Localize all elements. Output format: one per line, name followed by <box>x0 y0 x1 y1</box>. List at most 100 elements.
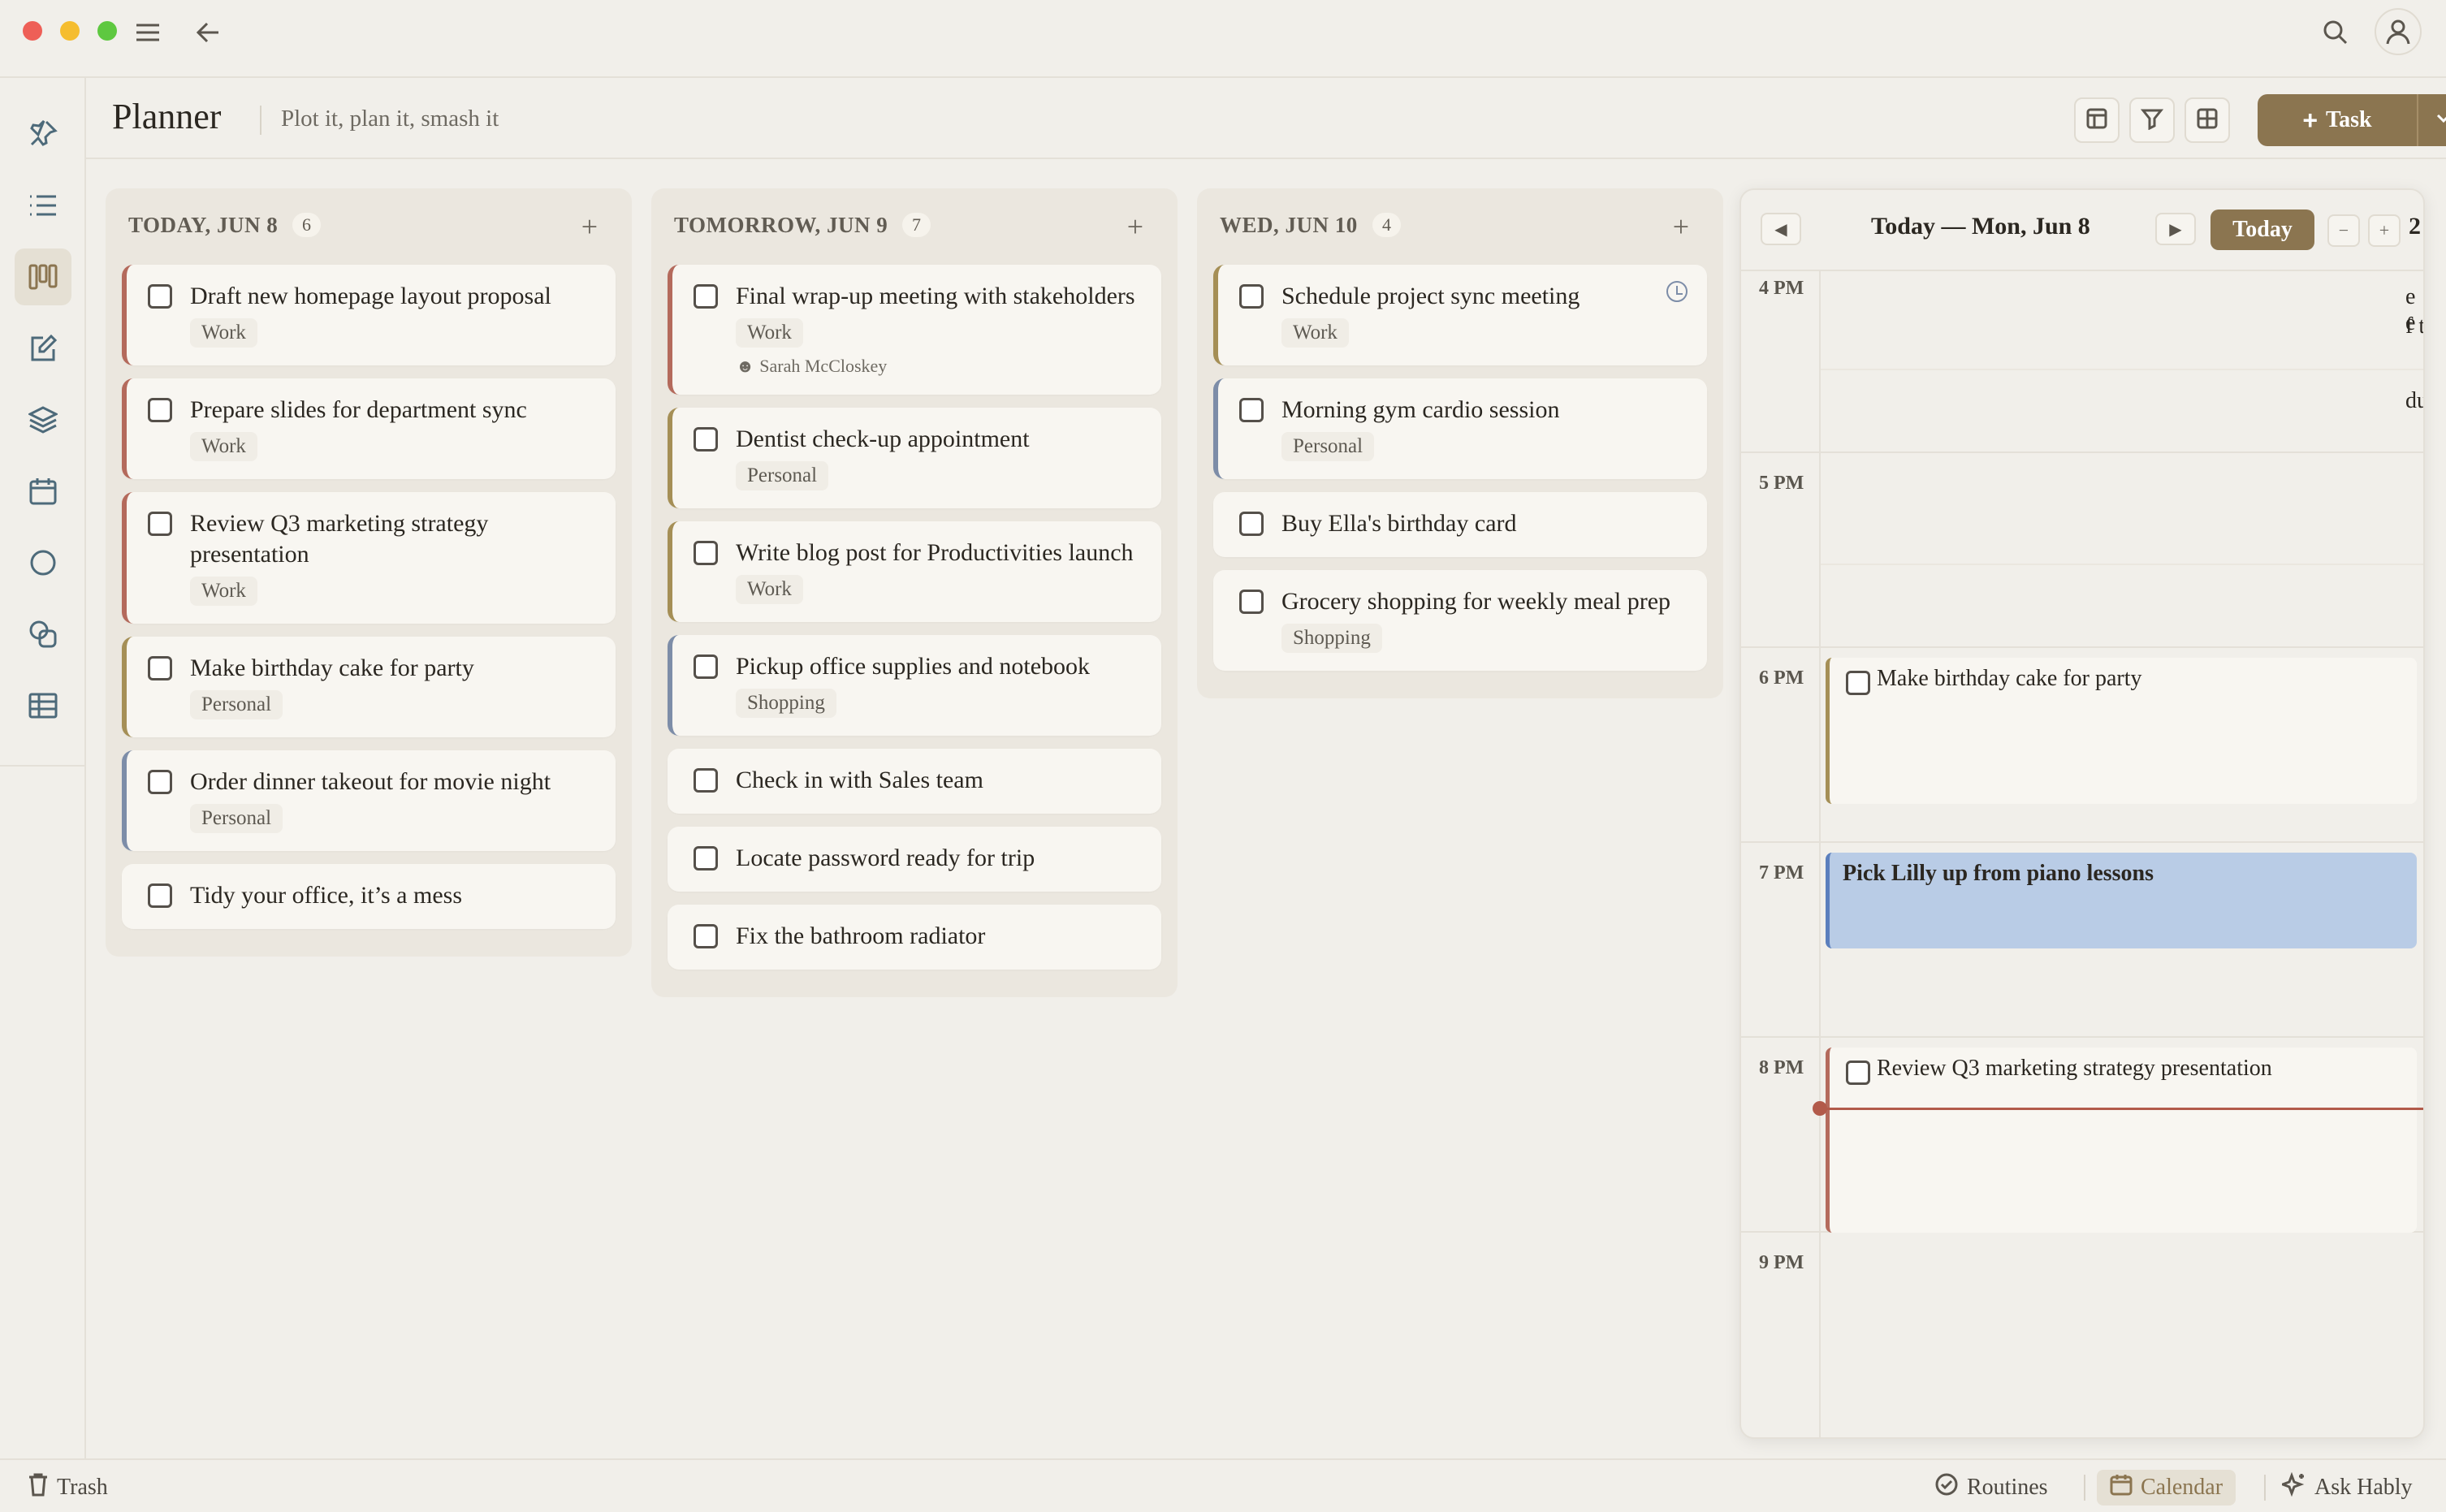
hour-line <box>1741 841 2423 843</box>
event-checkbox[interactable] <box>1846 1061 1870 1085</box>
board-icon[interactable] <box>15 248 71 305</box>
task-checkbox[interactable] <box>694 846 718 870</box>
task-tag[interactable]: Shopping <box>1281 624 1382 653</box>
current-time-line <box>1819 1108 2423 1110</box>
account-icon[interactable] <box>2375 8 2422 55</box>
filter-button[interactable] <box>2129 97 2175 143</box>
search-icon[interactable] <box>2319 16 2352 49</box>
calendar-icon[interactable] <box>15 463 71 520</box>
calendar-event[interactable]: Review Q3 marketing strategy presentatio… <box>1826 1048 2417 1233</box>
task-card[interactable]: Grocery shopping for weekly meal prep Sho… <box>1213 570 1707 671</box>
task-card[interactable]: Draft new homepage layout proposal Work <box>122 265 616 365</box>
close-window-button[interactable] <box>23 21 42 41</box>
task-card[interactable]: Schedule project sync meeting Work <box>1213 265 1707 365</box>
task-tag[interactable]: Work <box>1281 318 1349 348</box>
task-checkbox[interactable] <box>148 656 172 680</box>
event-checkbox[interactable] <box>1846 671 1870 695</box>
layout-icon <box>2085 107 2108 134</box>
next-day-button[interactable]: ▶ <box>2155 213 2196 245</box>
shapes-icon[interactable] <box>15 606 71 663</box>
task-card[interactable]: Buy Ella's birthday card <box>1213 492 1707 557</box>
list-icon[interactable] <box>15 177 71 234</box>
task-checkbox[interactable] <box>694 924 718 948</box>
add-task-main[interactable]: + Task <box>2258 94 2417 146</box>
task-card[interactable]: Pickup office supplies and notebook Shopp… <box>668 635 1161 736</box>
task-card[interactable]: Morning gym cardio session Personal <box>1213 378 1707 479</box>
task-tag[interactable]: Work <box>190 432 257 461</box>
task-checkbox[interactable] <box>694 284 718 309</box>
minimize-window-button[interactable] <box>60 21 80 41</box>
zoom-out-button[interactable]: − <box>2327 214 2360 247</box>
back-arrow-icon[interactable] <box>192 18 224 47</box>
task-checkbox[interactable] <box>148 883 172 908</box>
task-tag[interactable]: Work <box>736 575 803 604</box>
grid-view-button[interactable] <box>2185 97 2230 143</box>
task-card[interactable]: Review Q3 marketing strategy presentatio… <box>122 492 616 624</box>
task-checkbox[interactable] <box>694 654 718 679</box>
zoom-in-button[interactable]: + <box>2368 214 2401 247</box>
trash-button[interactable]: Trash <box>28 1470 108 1506</box>
add-task-button[interactable]: + Task <box>2258 94 2446 146</box>
task-checkbox[interactable] <box>1239 284 1264 309</box>
task-tag[interactable]: Personal <box>190 690 283 719</box>
task-tag[interactable]: Shopping <box>736 689 836 718</box>
task-checkbox[interactable] <box>694 427 718 451</box>
previous-day-button[interactable]: ◀ <box>1761 213 1801 245</box>
task-tag[interactable]: Work <box>190 318 257 348</box>
add-task-options-button[interactable] <box>2417 94 2446 146</box>
task-card[interactable]: Locate password ready for trip <box>668 827 1161 892</box>
routines-button[interactable]: Routines <box>1934 1470 2048 1506</box>
today-button[interactable]: Today <box>2210 210 2314 250</box>
layout-toggle-button[interactable] <box>2074 97 2120 143</box>
calendar-header: ◀ Today — Mon, Jun 8 ▶ Today − + 2 <box>1741 190 2423 271</box>
task-card[interactable]: Prepare slides for department sync Work <box>122 378 616 479</box>
task-assignee: ☻ Sarah McCloskey <box>736 356 1142 377</box>
page-header: Planner Plot it, plan it, smash it + Tas… <box>86 78 2446 159</box>
task-checkbox[interactable] <box>694 541 718 565</box>
table-icon[interactable] <box>15 677 71 734</box>
calendar-title: Today — Mon, Jun 8 <box>1871 213 2090 240</box>
calendar-toggle-button[interactable]: Calendar <box>2097 1470 2236 1506</box>
task-checkbox[interactable] <box>694 768 718 793</box>
task-checkbox[interactable] <box>1239 512 1264 536</box>
task-checkbox[interactable] <box>148 770 172 794</box>
ask-hably-button[interactable]: Ask Hably <box>2279 1470 2413 1506</box>
task-checkbox[interactable] <box>1239 398 1264 422</box>
task-card[interactable]: Tidy your office, it’s a mess <box>122 864 616 929</box>
pin-icon[interactable] <box>15 106 71 162</box>
calendar-event[interactable]: Make birthday cake for party <box>1826 658 2417 804</box>
add-card-button[interactable]: + <box>1127 210 1143 244</box>
circle-icon[interactable] <box>15 534 71 591</box>
add-card-button[interactable]: + <box>1673 210 1689 244</box>
event-title: Pick Lilly up from piano lessons <box>1843 861 2154 886</box>
task-card[interactable]: Fix the bathroom radiator <box>668 905 1161 970</box>
task-card[interactable]: Final wrap-up meeting with stakeholders W… <box>668 265 1161 395</box>
edit-icon[interactable] <box>15 320 71 377</box>
task-tag[interactable]: Work <box>736 318 803 348</box>
task-checkbox[interactable] <box>148 284 172 309</box>
task-card[interactable]: Make birthday cake for party Personal <box>122 637 616 737</box>
task-checkbox[interactable] <box>148 398 172 422</box>
add-card-button[interactable]: + <box>581 210 598 244</box>
calendar-event[interactable]: Pick Lilly up from piano lessons <box>1826 853 2417 948</box>
task-tag[interactable]: Work <box>190 577 257 606</box>
task-title: Schedule project sync meeting <box>1281 283 1580 309</box>
page-title: Planner <box>112 97 222 136</box>
task-checkbox[interactable] <box>1239 590 1264 614</box>
task-card[interactable]: Check in with Sales team <box>668 749 1161 814</box>
layers-icon[interactable] <box>15 391 71 448</box>
calendar-panel: ◀ Today — Mon, Jun 8 ▶ Today − + 2 4 PM … <box>1739 188 2425 1439</box>
task-tag[interactable]: Personal <box>736 461 829 490</box>
task-tag[interactable]: Personal <box>1281 432 1375 461</box>
zoom-window-button[interactable] <box>97 21 117 41</box>
bottom-separator <box>2264 1475 2266 1501</box>
hamburger-menu-icon[interactable] <box>132 19 164 45</box>
task-card[interactable]: Dentist check-up appointment Personal <box>668 408 1161 508</box>
task-title: Write blog post for Productivities launc… <box>736 539 1134 566</box>
task-title: Pickup office supplies and notebook <box>736 653 1091 680</box>
page-subtitle: Plot it, plan it, smash it <box>281 106 499 132</box>
task-checkbox[interactable] <box>148 512 172 536</box>
task-card[interactable]: Order dinner takeout for movie night Pers… <box>122 750 616 851</box>
task-card[interactable]: Write blog post for Productivities launc… <box>668 521 1161 622</box>
task-tag[interactable]: Personal <box>190 804 283 833</box>
